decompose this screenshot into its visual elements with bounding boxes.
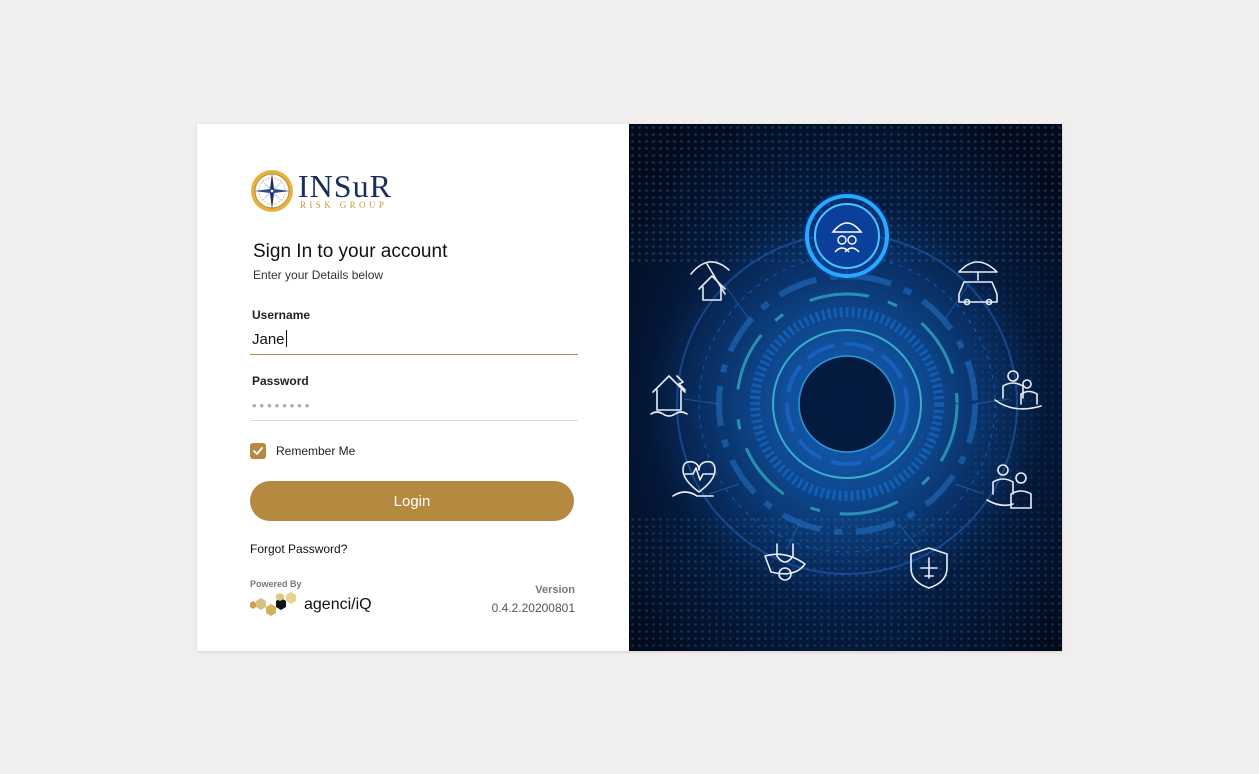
login-button[interactable]: Login <box>250 481 574 521</box>
checkmark-icon <box>253 447 263 455</box>
compass-logo-icon <box>251 170 293 212</box>
username-label: Username <box>252 308 311 322</box>
remember-me-checkbox[interactable] <box>250 443 266 459</box>
company-logo: INSuR RISK GROUP <box>250 168 410 214</box>
logo-name: INSuR <box>298 168 392 204</box>
remember-me-toggle[interactable]: Remember Me <box>250 442 355 460</box>
login-card: INSuR RISK GROUP Sign In to your account… <box>197 124 1062 651</box>
username-field[interactable]: Jane <box>250 326 578 355</box>
powered-by-label: Powered By <box>250 579 302 589</box>
text-caret <box>285 330 287 347</box>
page-subtitle: Enter your Details below <box>253 268 384 282</box>
insurance-illustration-panel <box>629 124 1062 651</box>
username-value: Jane <box>252 331 285 348</box>
page-title: Sign In to your account <box>253 241 448 262</box>
version-value: 0.4.2.20200801 <box>491 601 575 615</box>
hexagon-cluster-icon <box>250 592 296 616</box>
password-label: Password <box>252 374 309 388</box>
remember-me-label: Remember Me <box>276 444 356 458</box>
insurance-tech-illustration <box>629 124 1062 651</box>
login-panel: INSuR RISK GROUP Sign In to your account… <box>197 124 629 651</box>
forgot-password-link[interactable]: Forgot Password? <box>250 542 347 556</box>
password-masked-value: •••••••• <box>252 398 313 413</box>
logo-tagline: RISK GROUP <box>300 200 388 210</box>
umbrella-family-icon <box>803 192 891 280</box>
password-field[interactable]: •••••••• <box>250 392 578 421</box>
agenciiq-logo: agenci/iQ <box>250 592 390 620</box>
agenciiq-brand-name: agenci/iQ <box>304 596 372 613</box>
version-label: Version <box>535 584 575 596</box>
